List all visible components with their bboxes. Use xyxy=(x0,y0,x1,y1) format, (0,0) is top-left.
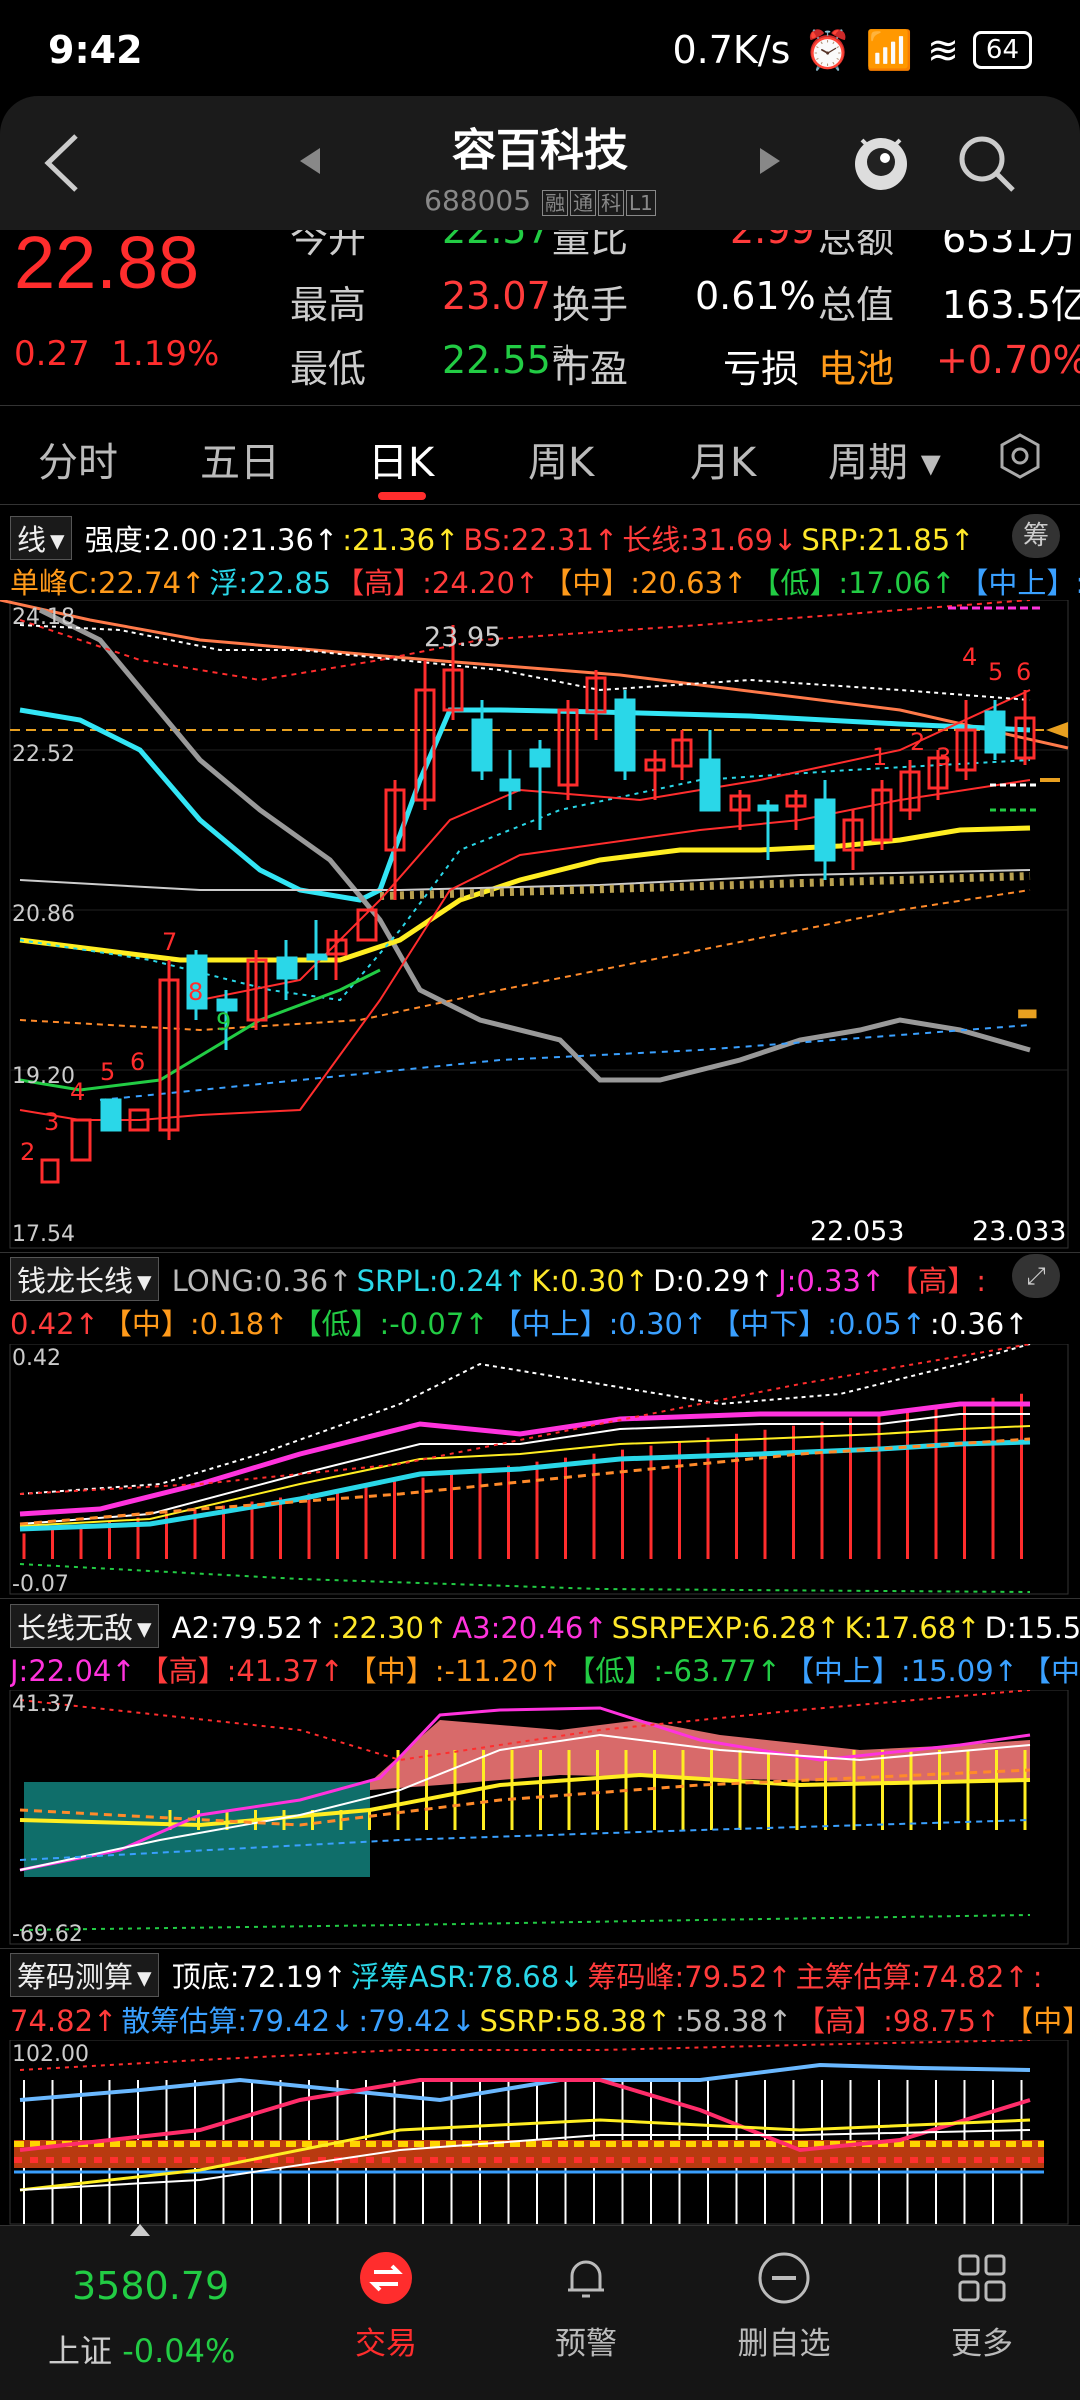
ind3-axis-max: 41.37 xyxy=(12,1692,75,1717)
network-speed: 0.7K/s xyxy=(672,28,791,72)
svg-text:4: 4 xyxy=(962,643,977,671)
active-tab-indicator xyxy=(378,492,426,500)
ind3-line2: J:22.04↑ 【高】:41.37↑ 【中】:-11.20↑ 【低】:-63.77↑… xyxy=(10,1654,1080,1688)
stock-code: 688005 xyxy=(424,184,532,217)
robot-assistant-icon[interactable] xyxy=(850,126,912,196)
nav-trade[interactable]: 交易 xyxy=(306,2250,466,2363)
clock: 9:42 xyxy=(48,28,143,72)
svg-text:3: 3 xyxy=(44,1108,59,1136)
search-icon[interactable] xyxy=(955,132,1019,196)
ind2-axis-min: -0.07 xyxy=(12,1572,69,1597)
tab-weekly-k[interactable]: 周K xyxy=(528,430,594,488)
chip-distribution-button[interactable]: 筹 xyxy=(1012,514,1060,558)
minus-circle-icon xyxy=(758,2252,810,2304)
tag-connect: 通 xyxy=(569,190,596,216)
svg-text:5: 5 xyxy=(988,658,1003,686)
stock-code-line: 688005 融通科 L1 xyxy=(0,184,1080,217)
wifi-icon: ≋ xyxy=(927,28,959,72)
index-name-line[interactable]: 上证 -0.04% xyxy=(48,2326,235,2372)
long-invincible-chart[interactable] xyxy=(0,1690,1080,1946)
period-tabs: 分时 五日 日K 周K 月K 周期 ▾ xyxy=(0,405,1080,505)
axis-max: 24.18 xyxy=(12,605,75,630)
svg-text:7: 7 xyxy=(162,928,177,956)
main-indicator-selector[interactable]: 线 ▾ xyxy=(10,516,72,560)
range-low-value: 22.053 xyxy=(810,1216,905,1247)
svg-text:8: 8 xyxy=(188,978,203,1006)
nav-remove-watchlist[interactable]: 删自选 xyxy=(704,2250,864,2363)
tab-five-day[interactable]: 五日 xyxy=(200,430,280,488)
svg-text:2: 2 xyxy=(910,728,925,756)
next-stock-icon[interactable] xyxy=(758,146,782,176)
svg-text:2: 2 xyxy=(20,1138,35,1166)
axis-level-2: 22.52 xyxy=(12,742,75,767)
signal-icon: 📶 xyxy=(865,27,914,72)
ind3-line1: 长线无敌 ▾ A2:79.52↑:22.30↑ A3:20.46↑ SSRPEXP:6… xyxy=(10,1604,1080,1648)
nav-alert[interactable]: 预警 xyxy=(506,2250,666,2363)
svg-text:▬: ▬ xyxy=(1016,998,1039,1026)
svg-text:3: 3 xyxy=(936,743,951,771)
bottom-navigation: 3580.79 上证 -0.04% 交易 预警 删自选 更多 xyxy=(0,2222,1080,2400)
tab-period-dropdown[interactable]: 周期 ▾ xyxy=(828,430,941,488)
index-toggle-icon[interactable] xyxy=(130,2222,150,2236)
svg-text:6: 6 xyxy=(130,1048,145,1076)
tab-monthly-k[interactable]: 月K xyxy=(690,430,756,488)
main-indicator-line1: 线 ▾ 强度:2.00:21.36↑:21.36↑ BS:22.31↑ 长线:31.6… xyxy=(10,516,1080,560)
price-change: 0.27 1.19% xyxy=(14,334,220,374)
ind3-selector[interactable]: 长线无敌 ▾ xyxy=(10,1604,159,1648)
tab-intraday[interactable]: 分时 xyxy=(38,430,118,488)
peak-price-label: 23.95 xyxy=(424,622,502,653)
stock-header: 容百科技 688005 融通科 L1 xyxy=(0,96,1080,230)
settings-icon[interactable] xyxy=(996,432,1044,480)
axis-level-3: 20.86 xyxy=(12,902,75,927)
svg-text:5: 5 xyxy=(100,1058,115,1086)
last-price: 22.88 xyxy=(14,230,200,304)
bell-icon xyxy=(568,2260,604,2298)
ind2-selector[interactable]: 钱龙长线 ▾ xyxy=(10,1257,159,1301)
ind4-line2: 74.82↑ 散筹估算:79.42↓:79.42↓ SSRP:58.38↑:58.3… xyxy=(10,2004,1080,2038)
tag-level: L1 xyxy=(625,190,656,216)
ind2-axis-max: 0.42 xyxy=(12,1346,61,1371)
svg-text:1: 1 xyxy=(872,743,887,771)
axis-level-4: 19.20 xyxy=(12,1064,75,1089)
grid-icon xyxy=(958,2254,1006,2302)
tag-margin: 融 xyxy=(541,190,568,216)
tab-daily-k[interactable]: 日K xyxy=(368,430,434,488)
long-line-indicator-chart[interactable] xyxy=(0,1344,1080,1596)
stock-name: 容百科技 xyxy=(452,125,628,176)
status-bar: 9:42 0.7K/s ⏰ 📶 ≋ 64 xyxy=(0,0,1080,100)
ind2-line1: 钱龙长线 ▾ LONG:0.36↑ SRPL:0.24↑ K:0.30↑ D:0.29↑… xyxy=(10,1257,1080,1301)
trade-icon xyxy=(360,2252,412,2304)
alarm-icon: ⏰ xyxy=(804,27,852,72)
axis-min: 17.54 xyxy=(12,1222,75,1247)
expand-icon[interactable]: ⤢ xyxy=(1012,1254,1060,1298)
ind4-axis-max: 102.00 xyxy=(12,2042,89,2067)
range-high-value: 23.033 xyxy=(972,1216,1067,1247)
sector-link[interactable]: 电池 xyxy=(818,338,894,393)
main-indicator-line2: 单峰C:22.74↑ 浮:22.85 【高】:24.20↑ 【中】:20.63↑ 【低】… xyxy=(10,566,1080,600)
kline-chart[interactable]: 234 5 67 8 ▬ 234 5 61 9 xyxy=(0,600,1080,1250)
battery-icon: 64 xyxy=(972,31,1032,69)
svg-text:9: 9 xyxy=(216,1008,231,1036)
quote-panel: 22.88 0.27 1.19% 今开 22.57 量比 2.99 总额 653… xyxy=(0,230,1080,405)
svg-text:6: 6 xyxy=(1016,658,1031,686)
ind4-line1: 筹码测算 ▾ 顶底:72.19↑ 浮筹ASR:78.68↓ 筹码峰:79.52↑ 主筹估… xyxy=(10,1953,1080,1997)
ind2-line2: 0.42↑ 【中】:0.18↑ 【低】:-0.07↑ 【中上】:0.30↑ 【中下】:0… xyxy=(10,1307,1029,1341)
nav-more[interactable]: 更多 xyxy=(902,2250,1062,2363)
tag-star: 科 xyxy=(597,190,624,216)
ind4-selector[interactable]: 筹码测算 ▾ xyxy=(10,1953,159,1997)
chip-estimate-chart[interactable] xyxy=(0,2040,1080,2225)
index-value[interactable]: 3580.79 xyxy=(72,2264,229,2308)
ind3-axis-min: -69.62 xyxy=(12,1922,83,1947)
